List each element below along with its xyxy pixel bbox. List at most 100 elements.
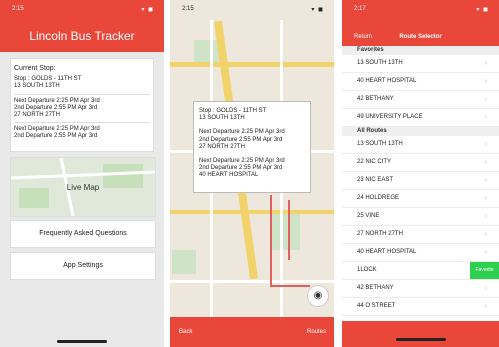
status-time: 2:15 <box>182 6 194 12</box>
map-road <box>170 210 334 214</box>
route-row[interactable]: 23 NIC EAST › <box>342 172 499 190</box>
live-map-button[interactable]: Live Map <box>10 157 156 217</box>
map-park <box>172 250 196 274</box>
second-departure: 2nd Departure 2:55 PM Apr 3rd <box>14 133 98 140</box>
route-row[interactable]: 40 HEART HOSPITAL › <box>342 244 499 262</box>
home-indicator <box>395 338 446 341</box>
stop-name: Stop : GOLDS - 11TH ST <box>199 108 267 114</box>
divider <box>14 122 150 124</box>
route-row[interactable]: 24 HOLDREGE › <box>342 190 499 208</box>
status-icons: ▾ ◼ <box>311 7 324 13</box>
route-row[interactable]: 44 O STREET › <box>342 298 499 316</box>
second-departure: 2nd Departure 2:55 PM Apr 3rd <box>14 104 98 111</box>
route-row[interactable]: 22 NIC CITY › <box>342 154 499 172</box>
route-line <box>270 195 272 285</box>
map-screen: 2:15 ▾ ◼ Stop : GOLDS - 11TH ST 13 SOUTH… <box>170 0 334 347</box>
route-row[interactable]: 13 SOUTH 13TH › <box>342 136 499 154</box>
chevron-right-icon: › <box>484 141 487 148</box>
stop-info-popup[interactable]: Stop : GOLDS - 11TH ST 13 SOUTH 13TH Nex… <box>193 101 311 193</box>
chevron-right-icon: › <box>484 285 487 292</box>
route-label: 13 SOUTH 13TH <box>357 141 403 147</box>
departure-route: 27 NORTH 27TH <box>199 143 245 150</box>
departure-route: 27 NORTH 27TH <box>14 112 60 119</box>
status-bar: 2:15 ▾ ◼ <box>0 0 164 18</box>
chevron-right-icon: › <box>484 96 487 103</box>
nav-header: 2:17 ▾ ◼ Return Route Selector <box>342 0 499 46</box>
chevron-right-icon: › <box>484 60 487 67</box>
app-settings-button[interactable]: App Settings <box>10 252 156 280</box>
live-map-label: Live Map <box>66 183 100 192</box>
route-label: 49 UNIVERSITY PLACE <box>357 114 423 120</box>
app-header: 2:15 ▾ ◼ Lincoln Bus Tracker <box>0 0 164 52</box>
faq-button[interactable]: Frequently Asked Questions <box>10 220 156 248</box>
favorite-swipe-button[interactable]: Favorite <box>470 262 499 279</box>
route-label: 27 NORTH 27TH <box>357 231 403 237</box>
page-title: Route Selector <box>399 34 442 40</box>
map-road <box>170 280 334 283</box>
next-departure: Next Departure 2:25 PM Apr 3rd <box>14 97 100 104</box>
bottom-bar: Back Routes <box>170 317 334 347</box>
status-time: 2:17 <box>354 6 366 12</box>
route-label: 42 BETHANY <box>357 285 394 291</box>
route-list: Favorites 13 SOUTH 13TH › 40 HEART HOSPITA… <box>342 46 499 316</box>
route-row[interactable]: 1LOCK›Favorite <box>342 262 499 280</box>
all-routes-header: All Routes <box>342 127 499 136</box>
route-label: 40 HEART HOSPITAL <box>357 249 417 255</box>
current-stop-label: Current Stop: <box>14 65 56 72</box>
route-row[interactable]: 49 UNIVERSITY PLACE › <box>342 109 499 127</box>
home-indicator <box>57 340 107 343</box>
stop-name: Stop : GOLDS - 11TH ST <box>14 76 82 83</box>
status-time: 2:15 <box>12 6 24 12</box>
route-label: 22 NIC CITY <box>357 159 392 165</box>
bottom-bar <box>342 321 499 347</box>
next-departure: Next Departure 2:25 PM Apr 3rd <box>14 126 100 133</box>
status-bar: 2:15 ▾ ◼ <box>170 0 334 18</box>
chevron-right-icon: › <box>484 159 487 166</box>
chevron-right-icon: › <box>484 114 487 121</box>
chevron-right-icon: › <box>484 303 487 310</box>
chevron-right-icon: › <box>484 195 487 202</box>
status-icons: ▾ ◼ <box>141 7 154 13</box>
route-row[interactable]: 27 NORTH 27TH › <box>342 226 499 244</box>
status-bar: 2:17 ▾ ◼ <box>342 0 499 18</box>
chevron-right-icon: › <box>484 78 487 85</box>
chevron-right-icon: › <box>484 249 487 256</box>
stop-route: 13 SOUTH 13TH <box>199 115 245 122</box>
route-line <box>288 200 290 260</box>
divider <box>14 93 150 95</box>
next-departure: Next Departure 2:25 PM Apr 3rd <box>199 129 285 136</box>
route-label: 1LOCK <box>357 267 377 273</box>
back-button[interactable]: Back <box>179 329 192 335</box>
route-label: 24 HOLDREGE <box>357 195 400 201</box>
chevron-right-icon: › <box>484 231 487 238</box>
app-title: Lincoln Bus Tracker <box>29 29 135 43</box>
current-stop-card[interactable]: Current Stop: Stop : GOLDS - 11TH ST 13 … <box>10 58 154 152</box>
route-label: 44 O STREET <box>357 303 396 309</box>
status-icons: ▾ ◼ <box>476 7 489 13</box>
stop-route: 13 SOUTH 13TH <box>14 83 60 90</box>
map-road <box>170 62 334 67</box>
map-park <box>270 210 300 250</box>
route-label: 23 NIC EAST <box>357 177 394 183</box>
route-row[interactable]: 25 VINE › <box>342 208 499 226</box>
route-line <box>270 285 310 287</box>
favorites-header: Favorites <box>342 46 499 55</box>
route-label: 40 HEART HOSPITAL <box>357 78 417 84</box>
locate-me-icon[interactable]: ◉ <box>307 285 329 307</box>
route-label: 25 VINE <box>357 213 380 219</box>
route-row[interactable]: 13 SOUTH 13TH › <box>342 55 499 73</box>
chevron-right-icon: › <box>484 177 487 184</box>
route-label: 13 SOUTH 13TH <box>357 60 403 66</box>
route-label: 42 BETHANY <box>357 96 394 102</box>
chevron-right-icon: › <box>484 213 487 220</box>
route-row[interactable]: 40 HEART HOSPITAL › <box>342 73 499 91</box>
second-departure: 2nd Departure 2:55 PM Apr 3rd <box>199 136 283 143</box>
route-row[interactable]: 42 BETHANY › <box>342 91 499 109</box>
route-row[interactable]: 42 BETHANY › <box>342 280 499 298</box>
departure-route: 40 HEART HOSPITAL <box>199 172 259 179</box>
routes-button[interactable]: Routes <box>307 329 326 335</box>
home-screen: 2:15 ▾ ◼ Lincoln Bus Tracker Current Sto… <box>0 0 164 347</box>
next-departure: Next Departure 2:25 PM Apr 3rd <box>199 158 285 165</box>
